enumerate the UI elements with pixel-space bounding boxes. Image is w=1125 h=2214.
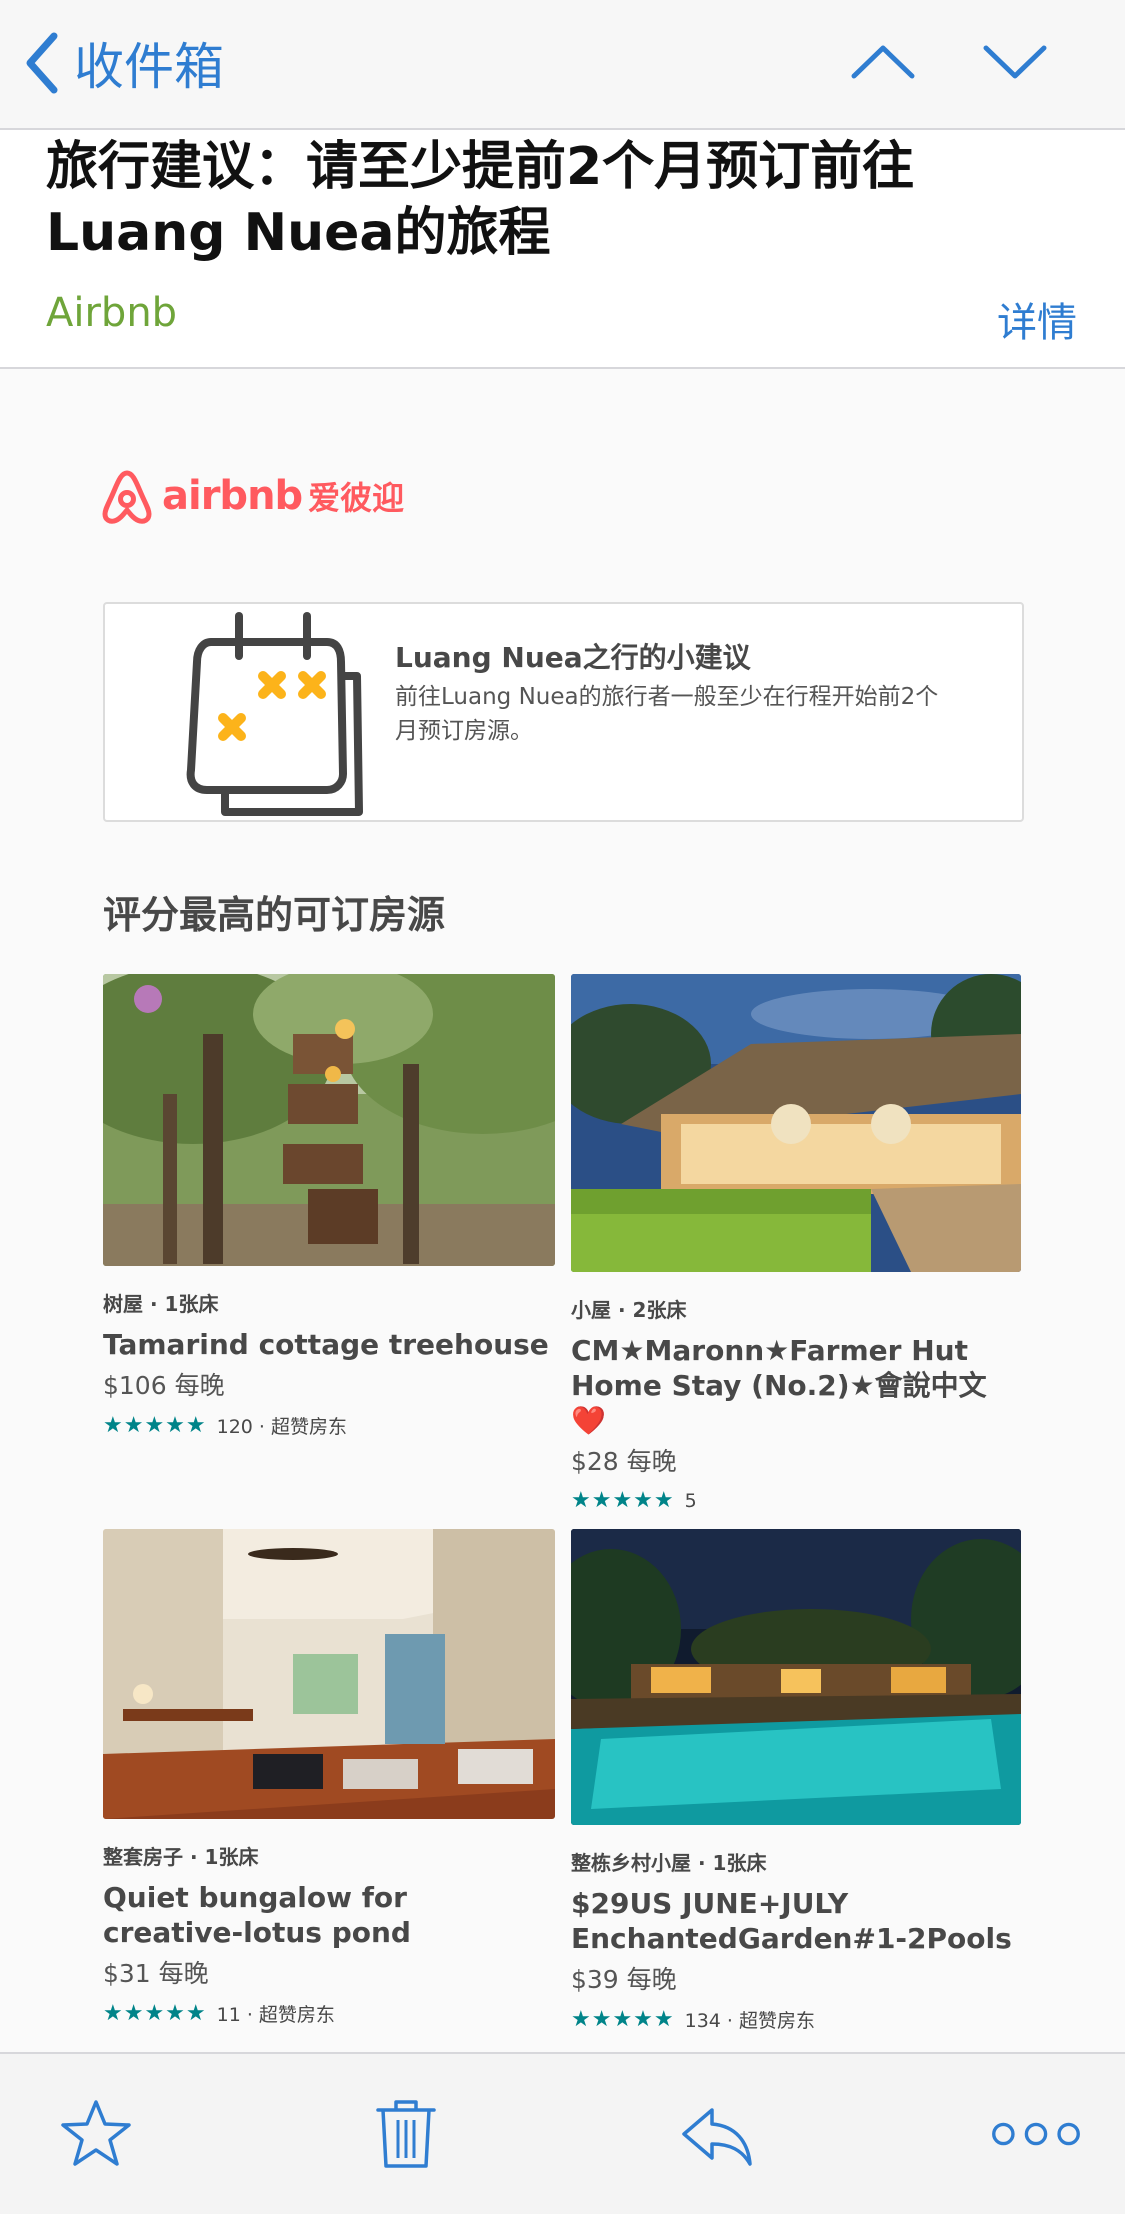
bottom-toolbar [0, 2052, 1125, 2214]
pool-garden-photo[interactable] [571, 1529, 1021, 1825]
delete-button[interactable] [366, 2094, 446, 2174]
treehouse-photo[interactable] [103, 974, 555, 1266]
airbnb-belo-icon [102, 470, 152, 524]
listing-type: 小屋 · 2张床 [571, 1298, 687, 1322]
listing-type: 整套房子 · 1张床 [103, 1845, 259, 1869]
listing-card-pool-garden[interactable]: 整栋乡村小屋 · 1张床 $29US JUNE+JULY EnchantedGa… [571, 1529, 1021, 2033]
section-title: 评分最高的可订房源 [103, 893, 446, 937]
listing-card-bungalow[interactable]: 整套房子 · 1张床 Quiet bungalow for creative-l… [103, 1529, 555, 2027]
travel-tip-card: Luang Nuea之行的小建议 前往Luang Nuea的旅行者一般至少在行程… [103, 602, 1024, 822]
more-icon [992, 2122, 1080, 2146]
star-icon [61, 2100, 131, 2166]
listing-title[interactable]: $29US JUNE+JULY EnchantedGarden#1-2Pools [571, 1886, 1021, 1956]
listing-title[interactable]: Tamarind cottage treehouse [103, 1327, 555, 1362]
more-actions-button[interactable] [986, 2094, 1086, 2174]
back-to-inbox-button[interactable]: 收件箱 [22, 28, 224, 98]
logo-wordmark: airbnb [162, 473, 303, 519]
chevron-left-icon [26, 32, 58, 94]
listing-price: $39 每晚 [571, 1965, 677, 1994]
listing-title[interactable]: Quiet bungalow for creative-lotus pond [103, 1880, 555, 1950]
bungalow-interior-photo[interactable] [103, 1529, 555, 1819]
farmer-hut-photo[interactable] [571, 974, 1021, 1272]
listing-reviews: 134 · 超赞房东 [684, 2010, 816, 2032]
listing-reviews: 120 · 超赞房东 [216, 1416, 348, 1438]
tip-title: Luang Nuea之行的小建议 [395, 641, 751, 674]
listing-reviews: 11 · 超赞房东 [216, 2004, 335, 2026]
chevron-up-icon [851, 45, 915, 79]
trash-icon [376, 2100, 436, 2168]
listing-reviews: 5 [684, 1489, 697, 1512]
next-message-button[interactable] [980, 32, 1050, 92]
listing-title[interactable]: CM★Maronn★Farmer Hut Home Stay (No.2)★會說… [571, 1333, 1021, 1438]
listing-rating: ★★★★★ 120 · 超赞房东 [103, 1412, 555, 1439]
flag-button[interactable] [56, 2094, 136, 2174]
rating-stars-icon: ★★★★★ [571, 1488, 675, 1513]
listing-price: $28 每晚 [571, 1447, 677, 1476]
reply-icon [682, 2108, 752, 2166]
listing-rating: ★★★★★ 5 [571, 1488, 1021, 1513]
top-navigation-bar: 收件箱 [0, 0, 1125, 130]
logo-chinese-name: 爱彼迎 [308, 479, 405, 517]
details-link[interactable]: 详情 [997, 290, 1077, 348]
listing-rating: ★★★★★ 134 · 超赞房东 [571, 2006, 1021, 2033]
listing-type: 树屋 · 1张床 [103, 1292, 219, 1316]
rating-stars-icon: ★★★★★ [103, 1413, 207, 1438]
tip-text: 前往Luang Nuea的旅行者一般至少在行程开始前2个月预订房源。 [395, 684, 939, 744]
listing-type: 整栋乡村小屋 · 1张床 [571, 1851, 767, 1875]
reply-button[interactable] [676, 2094, 756, 2174]
listing-price: $31 每晚 [103, 1959, 209, 1988]
back-label: 收件箱 [74, 38, 224, 96]
calendar-icon [186, 612, 363, 816]
listing-price: $106 每晚 [103, 1371, 225, 1400]
listing-rating: ★★★★★ 11 · 超赞房东 [103, 2000, 555, 2027]
listing-card-farmer-hut[interactable]: 小屋 · 2张床 CM★Maronn★Farmer Hut Home Stay … [571, 974, 1021, 1513]
rating-stars-icon: ★★★★★ [571, 2007, 675, 2032]
sender-name[interactable]: Airbnb [46, 290, 177, 336]
listing-card-treehouse[interactable]: 树屋 · 1张床 Tamarind cottage treehouse $106… [103, 974, 555, 1439]
airbnb-logo[interactable]: airbnb 爱彼迎 [100, 466, 404, 526]
chevron-down-icon [983, 45, 1047, 79]
previous-message-button[interactable] [848, 32, 918, 92]
rating-stars-icon: ★★★★★ [103, 2001, 207, 2026]
message-subject: 旅行建议：请至少提前2个月预订前往Luang Nuea的旅程 [46, 137, 915, 263]
